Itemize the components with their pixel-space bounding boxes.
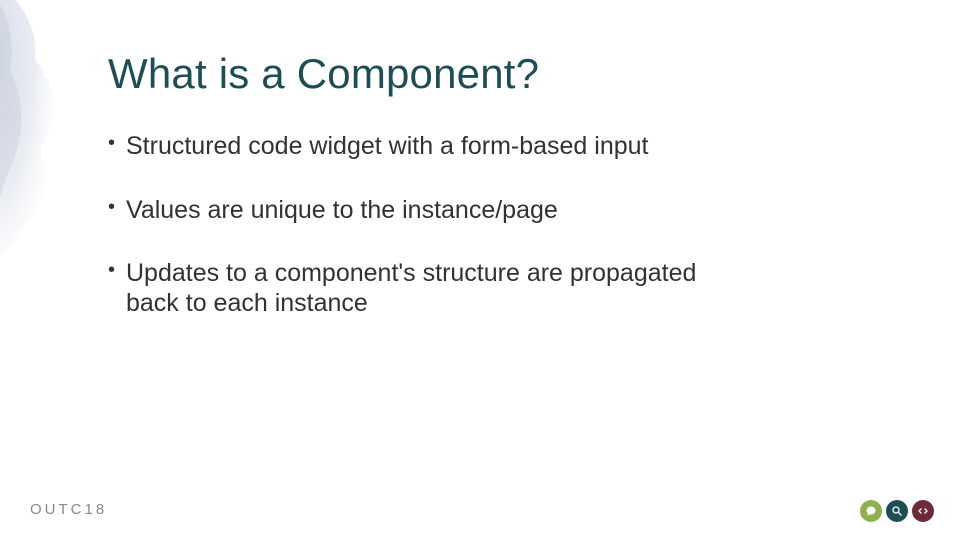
decorative-watercolor [0,0,110,280]
slide-content: What is a Component? Structured code wid… [108,50,888,352]
footer-brand: OUTC18 [30,501,107,518]
slide-title: What is a Component? [108,50,888,98]
chat-icon [860,500,882,522]
list-item: Updates to a component's structure are p… [108,259,728,318]
list-item: Values are unique to the instance/page [108,196,728,226]
search-icon [886,500,908,522]
code-icon [912,500,934,522]
footer-badges [860,500,934,522]
list-item: Structured code widget with a form-based… [108,132,728,162]
bullet-list: Structured code widget with a form-based… [108,132,888,318]
